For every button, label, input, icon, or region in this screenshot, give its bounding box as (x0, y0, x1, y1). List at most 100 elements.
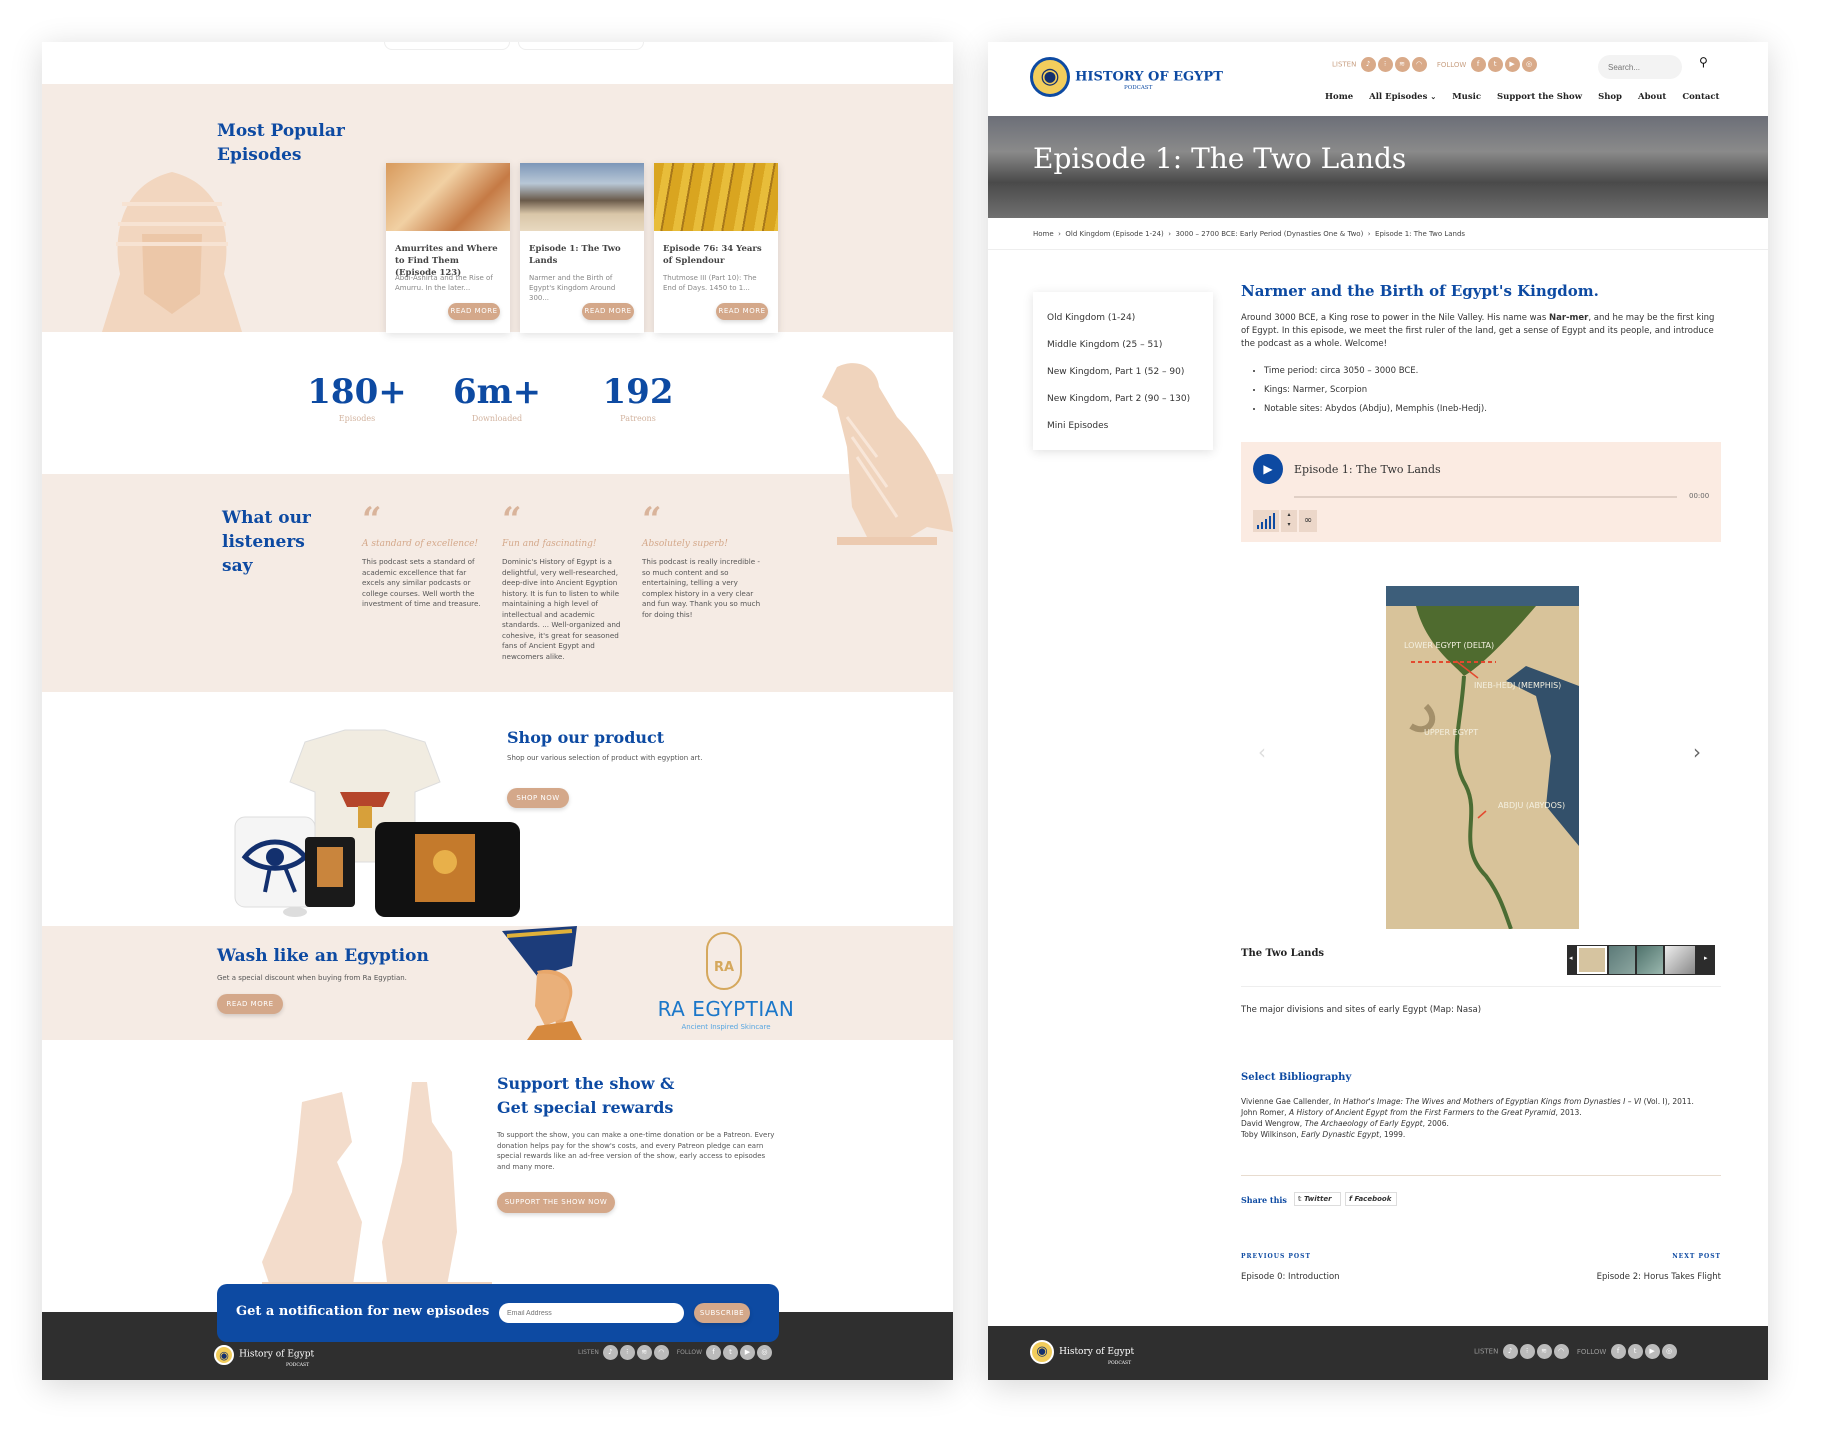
slider-prev-icon[interactable]: ‹ (1258, 740, 1266, 764)
apple-podcasts-icon[interactable]: ♪ (1502, 1344, 1518, 1359)
slider-next-icon[interactable]: › (1693, 740, 1701, 764)
subscribe-button[interactable]: SUBSCRIBE (694, 1303, 750, 1323)
sidebar-item[interactable]: New Kingdom, Part 1 (52 – 90) (1033, 360, 1213, 387)
instagram-icon[interactable]: ◎ (1661, 1344, 1677, 1359)
read-more-button[interactable]: READ MORE (716, 303, 768, 320)
eye-of-horus-logo-icon: ◉ (1030, 57, 1070, 97)
loop-icon[interactable]: ∞ (1299, 510, 1317, 532)
sidebar-item[interactable]: Middle Kingdom (25 – 51) (1033, 333, 1213, 360)
testimonial: “A standard of excellence! This podcast s… (362, 503, 484, 610)
read-more-button[interactable]: READ MORE (448, 303, 500, 320)
footer-social: LISTEN ♪ ⁝ ≋ ◠ FOLLOW f t ▶ ◎ (1474, 1344, 1677, 1359)
article-intro: Around 3000 BCE, a King rose to power in… (1241, 312, 1721, 351)
sidebar-item[interactable]: Mini Episodes (1033, 414, 1213, 441)
previous-post-link[interactable]: Episode 0: Introduction (1241, 1272, 1340, 1282)
top-button-remnant[interactable] (384, 42, 510, 50)
instagram-icon[interactable]: ◎ (1521, 57, 1537, 72)
nav-contact[interactable]: Contact (1682, 92, 1719, 102)
rss-icon[interactable]: ◠ (1411, 57, 1427, 72)
facebook-icon[interactable]: f (1610, 1344, 1626, 1359)
thumbs-next-icon[interactable]: ▸ (1704, 954, 1708, 962)
facebook-icon[interactable]: f (705, 1345, 721, 1360)
shop-now-button[interactable]: SHOP NOW (507, 788, 569, 808)
google-podcasts-icon[interactable]: ⁝ (619, 1345, 635, 1360)
nav-about[interactable]: About (1638, 92, 1666, 102)
chevron-down-icon[interactable]: ⌄ (1430, 92, 1436, 101)
instagram-icon[interactable]: ◎ (756, 1345, 772, 1360)
wash-read-more-button[interactable]: READ MORE (217, 994, 283, 1014)
episode-card-title[interactable]: Episode 1: The Two Lands (529, 243, 637, 267)
facts-list: Time period: circa 3050 – 3000 BCE. King… (1244, 366, 1487, 423)
footer-logo-text: History of Egypt (1059, 1347, 1135, 1357)
rss-icon[interactable]: ◠ (653, 1345, 669, 1360)
email-input[interactable] (499, 1303, 684, 1323)
nav-shop[interactable]: Shop (1598, 92, 1622, 102)
share-facebook-button[interactable]: f Facebook (1345, 1192, 1397, 1206)
sidebar-item[interactable]: New Kingdom, Part 2 (90 – 130) (1033, 387, 1213, 414)
apple-podcasts-icon[interactable]: ♪ (1360, 57, 1376, 72)
youtube-icon[interactable]: ▶ (1504, 57, 1520, 72)
top-button-remnant[interactable] (518, 42, 644, 50)
twitter-icon[interactable]: t (722, 1345, 738, 1360)
youtube-icon[interactable]: ▶ (739, 1345, 755, 1360)
play-button[interactable]: ▶ (1253, 454, 1283, 484)
nav-music[interactable]: Music (1452, 92, 1481, 102)
apple-podcasts-icon[interactable]: ♪ (602, 1345, 618, 1360)
youtube-icon[interactable]: ▶ (1644, 1344, 1660, 1359)
nav-all-episodes[interactable]: All Episodes (1369, 92, 1427, 102)
spotify-icon[interactable]: ≋ (636, 1345, 652, 1360)
share-twitter-label: Twitter (1304, 1195, 1332, 1203)
episode-card[interactable]: Episode 1: The Two Lands Narmer and the … (520, 163, 644, 333)
quote-icon: “ (502, 500, 522, 540)
gallery-title: The Two Lands (1241, 948, 1325, 959)
speed-stepper[interactable]: ▴ ▾ (1281, 510, 1297, 532)
episode-card[interactable]: Episode 76: 34 Years of Splendour Thutmo… (654, 163, 778, 333)
progress-bar[interactable] (1294, 496, 1677, 498)
gallery-thumbnail[interactable] (1577, 946, 1607, 974)
spotify-icon[interactable]: ≋ (1536, 1344, 1552, 1359)
sidebar-item[interactable]: Old Kingdom (1-24) (1033, 306, 1213, 333)
breadcrumb-item[interactable]: Old Kingdom (Episode 1-24) (1065, 230, 1163, 238)
listen-label: LISTEN (578, 1349, 599, 1356)
footer-logo[interactable]: ◉ History of Egypt Podcast (214, 1344, 314, 1368)
gallery-thumbnail[interactable] (1665, 946, 1695, 974)
episode-card[interactable]: Amurrites and Where to Find Them (Episod… (386, 163, 510, 333)
stat-value: 6m+ (452, 372, 542, 412)
support-show-button[interactable]: SUPPORT THE SHOW NOW (497, 1192, 615, 1213)
next-post-link[interactable]: Episode 2: Horus Takes Flight (1541, 1272, 1721, 1282)
nav-home[interactable]: Home (1325, 92, 1353, 102)
share-twitter-button[interactable]: 𝕥 Twitter (1294, 1192, 1341, 1206)
breadcrumb-item[interactable]: Home (1033, 230, 1054, 238)
thumbs-prev-icon[interactable]: ◂ (1569, 954, 1573, 962)
google-podcasts-icon[interactable]: ⁝ (1377, 57, 1393, 72)
nav-support[interactable]: Support the Show (1497, 92, 1582, 102)
site-logo[interactable]: ◉ History of Egypt Podcast (1030, 57, 1223, 97)
bib-details: , 2006. (1422, 1119, 1449, 1128)
bib-work: A History of Ancient Egypt from the Firs… (1288, 1108, 1556, 1117)
episode-card-excerpt: Abdi-Ashirta and the Rise of Amurru. In … (395, 274, 493, 292)
search-input[interactable] (1598, 55, 1682, 79)
read-more-button[interactable]: READ MORE (582, 303, 634, 320)
era-sidebar: Old Kingdom (1-24) Middle Kingdom (25 – … (1033, 292, 1213, 450)
footer-logo[interactable]: ◉ History of Egypt Podcast (1030, 1340, 1135, 1366)
facebook-icon[interactable]: f (1470, 57, 1486, 72)
twitter-icon[interactable]: t (1627, 1344, 1643, 1359)
bib-details: , 1999. (1379, 1130, 1406, 1139)
spotify-icon[interactable]: ≋ (1394, 57, 1410, 72)
stat-label: Patreons (620, 414, 656, 423)
nefertiti-illustration (502, 926, 582, 1040)
bibliography-entry: David Wengrow, The Archaeology of Early … (1241, 1118, 1721, 1129)
breadcrumb-item[interactable]: 3000 – 2700 BCE: Early Period (Dynasties… (1175, 230, 1363, 238)
bib-details: (Vol. I), 2011. (1641, 1097, 1694, 1106)
pharaoh-mask-illustration (102, 172, 242, 332)
episode-card-title[interactable]: Episode 76: 34 Years of Splendour (663, 243, 771, 267)
gallery-thumbnail[interactable] (1609, 946, 1635, 974)
gallery-thumbnail[interactable] (1637, 946, 1663, 974)
twitter-icon[interactable]: t (1487, 57, 1503, 72)
fact-item: Kings: Narmer, Scorpion (1264, 385, 1487, 395)
google-podcasts-icon[interactable]: ⁝ (1519, 1344, 1535, 1359)
rss-icon[interactable]: ◠ (1553, 1344, 1569, 1359)
main-nav: Home All Episodes ⌄ Music Support the Show Sh… (1309, 92, 1719, 102)
search-icon[interactable]: ⚲ (1699, 55, 1708, 69)
volume-icon[interactable] (1253, 510, 1279, 532)
